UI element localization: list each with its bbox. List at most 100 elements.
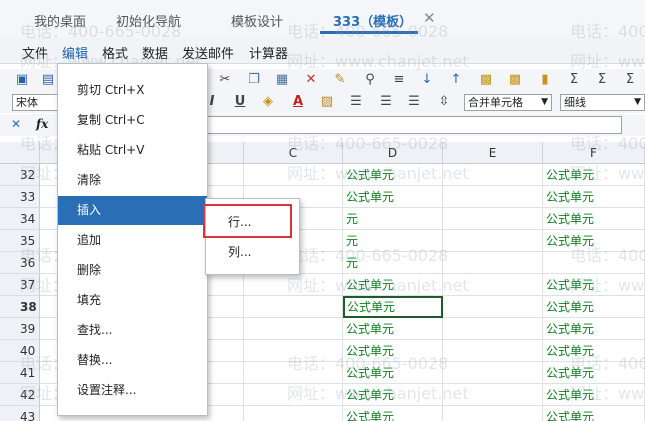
grid-cell[interactable]: 公式单元: [343, 340, 443, 362]
grid-cell[interactable]: [443, 340, 543, 362]
grid-cell[interactable]: [443, 296, 543, 318]
menu-item-copy[interactable]: 复制 Ctrl+C: [58, 106, 207, 135]
tab-active-template[interactable]: 333（模板）: [333, 11, 412, 30]
column-header-d[interactable]: D: [343, 142, 443, 164]
delete-icon[interactable]: ✕: [303, 72, 319, 88]
sum-row-icon[interactable]: Σ: [594, 72, 610, 88]
column-header-f[interactable]: F: [543, 142, 645, 164]
sum-column-icon[interactable]: Σ: [622, 72, 638, 88]
row-header[interactable]: 42: [0, 384, 40, 406]
grid-cell[interactable]: 公式单元: [543, 384, 645, 406]
grid-cell[interactable]: 公式单元: [343, 164, 443, 186]
select-all-corner[interactable]: [0, 142, 40, 164]
grid-cell[interactable]: [244, 274, 343, 296]
menu-item-insert[interactable]: 插入: [58, 196, 207, 225]
grid-cell[interactable]: 公式单元: [343, 274, 443, 296]
align-center-icon[interactable]: ☰: [378, 94, 394, 110]
grid-cell[interactable]: 元: [343, 252, 443, 274]
row-header[interactable]: 37: [0, 274, 40, 296]
function-icon[interactable]: fx: [36, 117, 48, 131]
row-header[interactable]: 33: [0, 186, 40, 208]
grid-cell[interactable]: [244, 362, 343, 384]
grid-cell[interactable]: [244, 296, 343, 318]
sort-ascending-icon[interactable]: ↓: [419, 72, 435, 88]
grid-cell[interactable]: [443, 274, 543, 296]
grid-cell[interactable]: [443, 318, 543, 340]
menu-item-find[interactable]: 查找...: [58, 316, 207, 345]
grid-cell[interactable]: 元: [343, 208, 443, 230]
grid-cell[interactable]: 公式单元: [543, 230, 645, 252]
background-image-icon[interactable]: ▨: [319, 94, 335, 110]
grid-cell[interactable]: [244, 164, 343, 186]
align-left-icon[interactable]: ☰: [348, 94, 364, 110]
grid-cell[interactable]: [443, 252, 543, 274]
grid-cell[interactable]: 公式单元: [543, 362, 645, 384]
grid-cell[interactable]: 公式单元: [543, 406, 645, 421]
row-header[interactable]: 32: [0, 164, 40, 186]
menu-edit[interactable]: 编辑: [62, 43, 88, 62]
menu-send-mail[interactable]: 发送邮件: [182, 43, 234, 62]
grid-cell[interactable]: 公式单元: [543, 340, 645, 362]
grid-cell[interactable]: 公式单元: [543, 318, 645, 340]
save-icon[interactable]: ▣: [14, 72, 30, 88]
menu-item-fill[interactable]: 填充: [58, 286, 207, 315]
menu-item-replace[interactable]: 替换...: [58, 346, 207, 375]
grid-cell[interactable]: [543, 252, 645, 274]
row-header[interactable]: 36: [0, 252, 40, 274]
grid-cell[interactable]: 公式单元: [543, 164, 645, 186]
sum-icon[interactable]: Σ: [566, 72, 582, 88]
font-color-icon[interactable]: A: [290, 94, 306, 110]
underline-icon[interactable]: U: [232, 94, 248, 110]
grid-cell[interactable]: 公式单元: [543, 274, 645, 296]
row-header[interactable]: 39: [0, 318, 40, 340]
sort-icon[interactable]: ≡: [391, 72, 407, 88]
column-header-e[interactable]: E: [443, 142, 543, 164]
row-header[interactable]: 41: [0, 362, 40, 384]
find-icon[interactable]: ⚲: [362, 72, 378, 88]
formula-input[interactable]: [206, 116, 622, 134]
cancel-icon[interactable]: ✕: [11, 117, 21, 131]
font-select[interactable]: 宋体: [12, 94, 58, 111]
grid-cell[interactable]: 公式单元: [543, 186, 645, 208]
row-header[interactable]: 34: [0, 208, 40, 230]
menu-data[interactable]: 数据: [142, 43, 168, 62]
save-as-icon[interactable]: ▤: [40, 72, 56, 88]
grid-cell[interactable]: [443, 406, 543, 421]
menu-item-append[interactable]: 追加: [58, 226, 207, 255]
cut-icon[interactable]: ✂: [217, 72, 233, 88]
menu-item-cut[interactable]: 剪切 Ctrl+X: [58, 76, 207, 105]
grid-cell[interactable]: 公式单元: [543, 296, 645, 318]
align-right-icon[interactable]: ☰: [406, 94, 422, 110]
grid-cell[interactable]: [244, 384, 343, 406]
clear-format-icon[interactable]: ✎: [332, 72, 348, 88]
grid-cell[interactable]: [244, 340, 343, 362]
menu-item-clear[interactable]: 清除: [58, 166, 207, 195]
grid-cell[interactable]: 公式单元: [343, 186, 443, 208]
grid-cell[interactable]: 公式单元: [343, 406, 443, 421]
insert-image-icon[interactable]: ▩: [507, 72, 523, 88]
grid-cell[interactable]: [443, 362, 543, 384]
tab-template-design[interactable]: 模板设计: [231, 11, 283, 30]
menu-format[interactable]: 格式: [102, 43, 128, 62]
menu-file[interactable]: 文件: [22, 43, 48, 62]
grid-cell[interactable]: [443, 186, 543, 208]
sort-descending-icon[interactable]: ↑: [448, 72, 464, 88]
border-select[interactable]: 细线 ▼: [560, 94, 645, 111]
insert-object-icon[interactable]: ▩: [478, 72, 494, 88]
copy-icon[interactable]: ❐: [246, 72, 262, 88]
grid-cell[interactable]: 公式单元: [343, 362, 443, 384]
menu-item-set-comment[interactable]: 设置注释...: [58, 376, 207, 405]
grid-cell[interactable]: [443, 384, 543, 406]
menu-item-paste[interactable]: 粘贴 Ctrl+V: [58, 136, 207, 165]
close-icon[interactable]: ✕: [423, 9, 436, 27]
row-header[interactable]: 40: [0, 340, 40, 362]
tab-my-desktop[interactable]: 我的桌面: [34, 11, 86, 30]
column-header-c[interactable]: C: [244, 142, 343, 164]
grid-cell[interactable]: 公式单元: [343, 384, 443, 406]
wrap-text-icon[interactable]: ⇳: [436, 94, 452, 110]
grid-cell[interactable]: 公式单元: [543, 208, 645, 230]
merge-select[interactable]: 合并单元格 ▼: [464, 94, 552, 111]
row-header[interactable]: 35: [0, 230, 40, 252]
tab-init-navigation[interactable]: 初始化导航: [116, 11, 181, 30]
grid-cell[interactable]: [244, 406, 343, 421]
